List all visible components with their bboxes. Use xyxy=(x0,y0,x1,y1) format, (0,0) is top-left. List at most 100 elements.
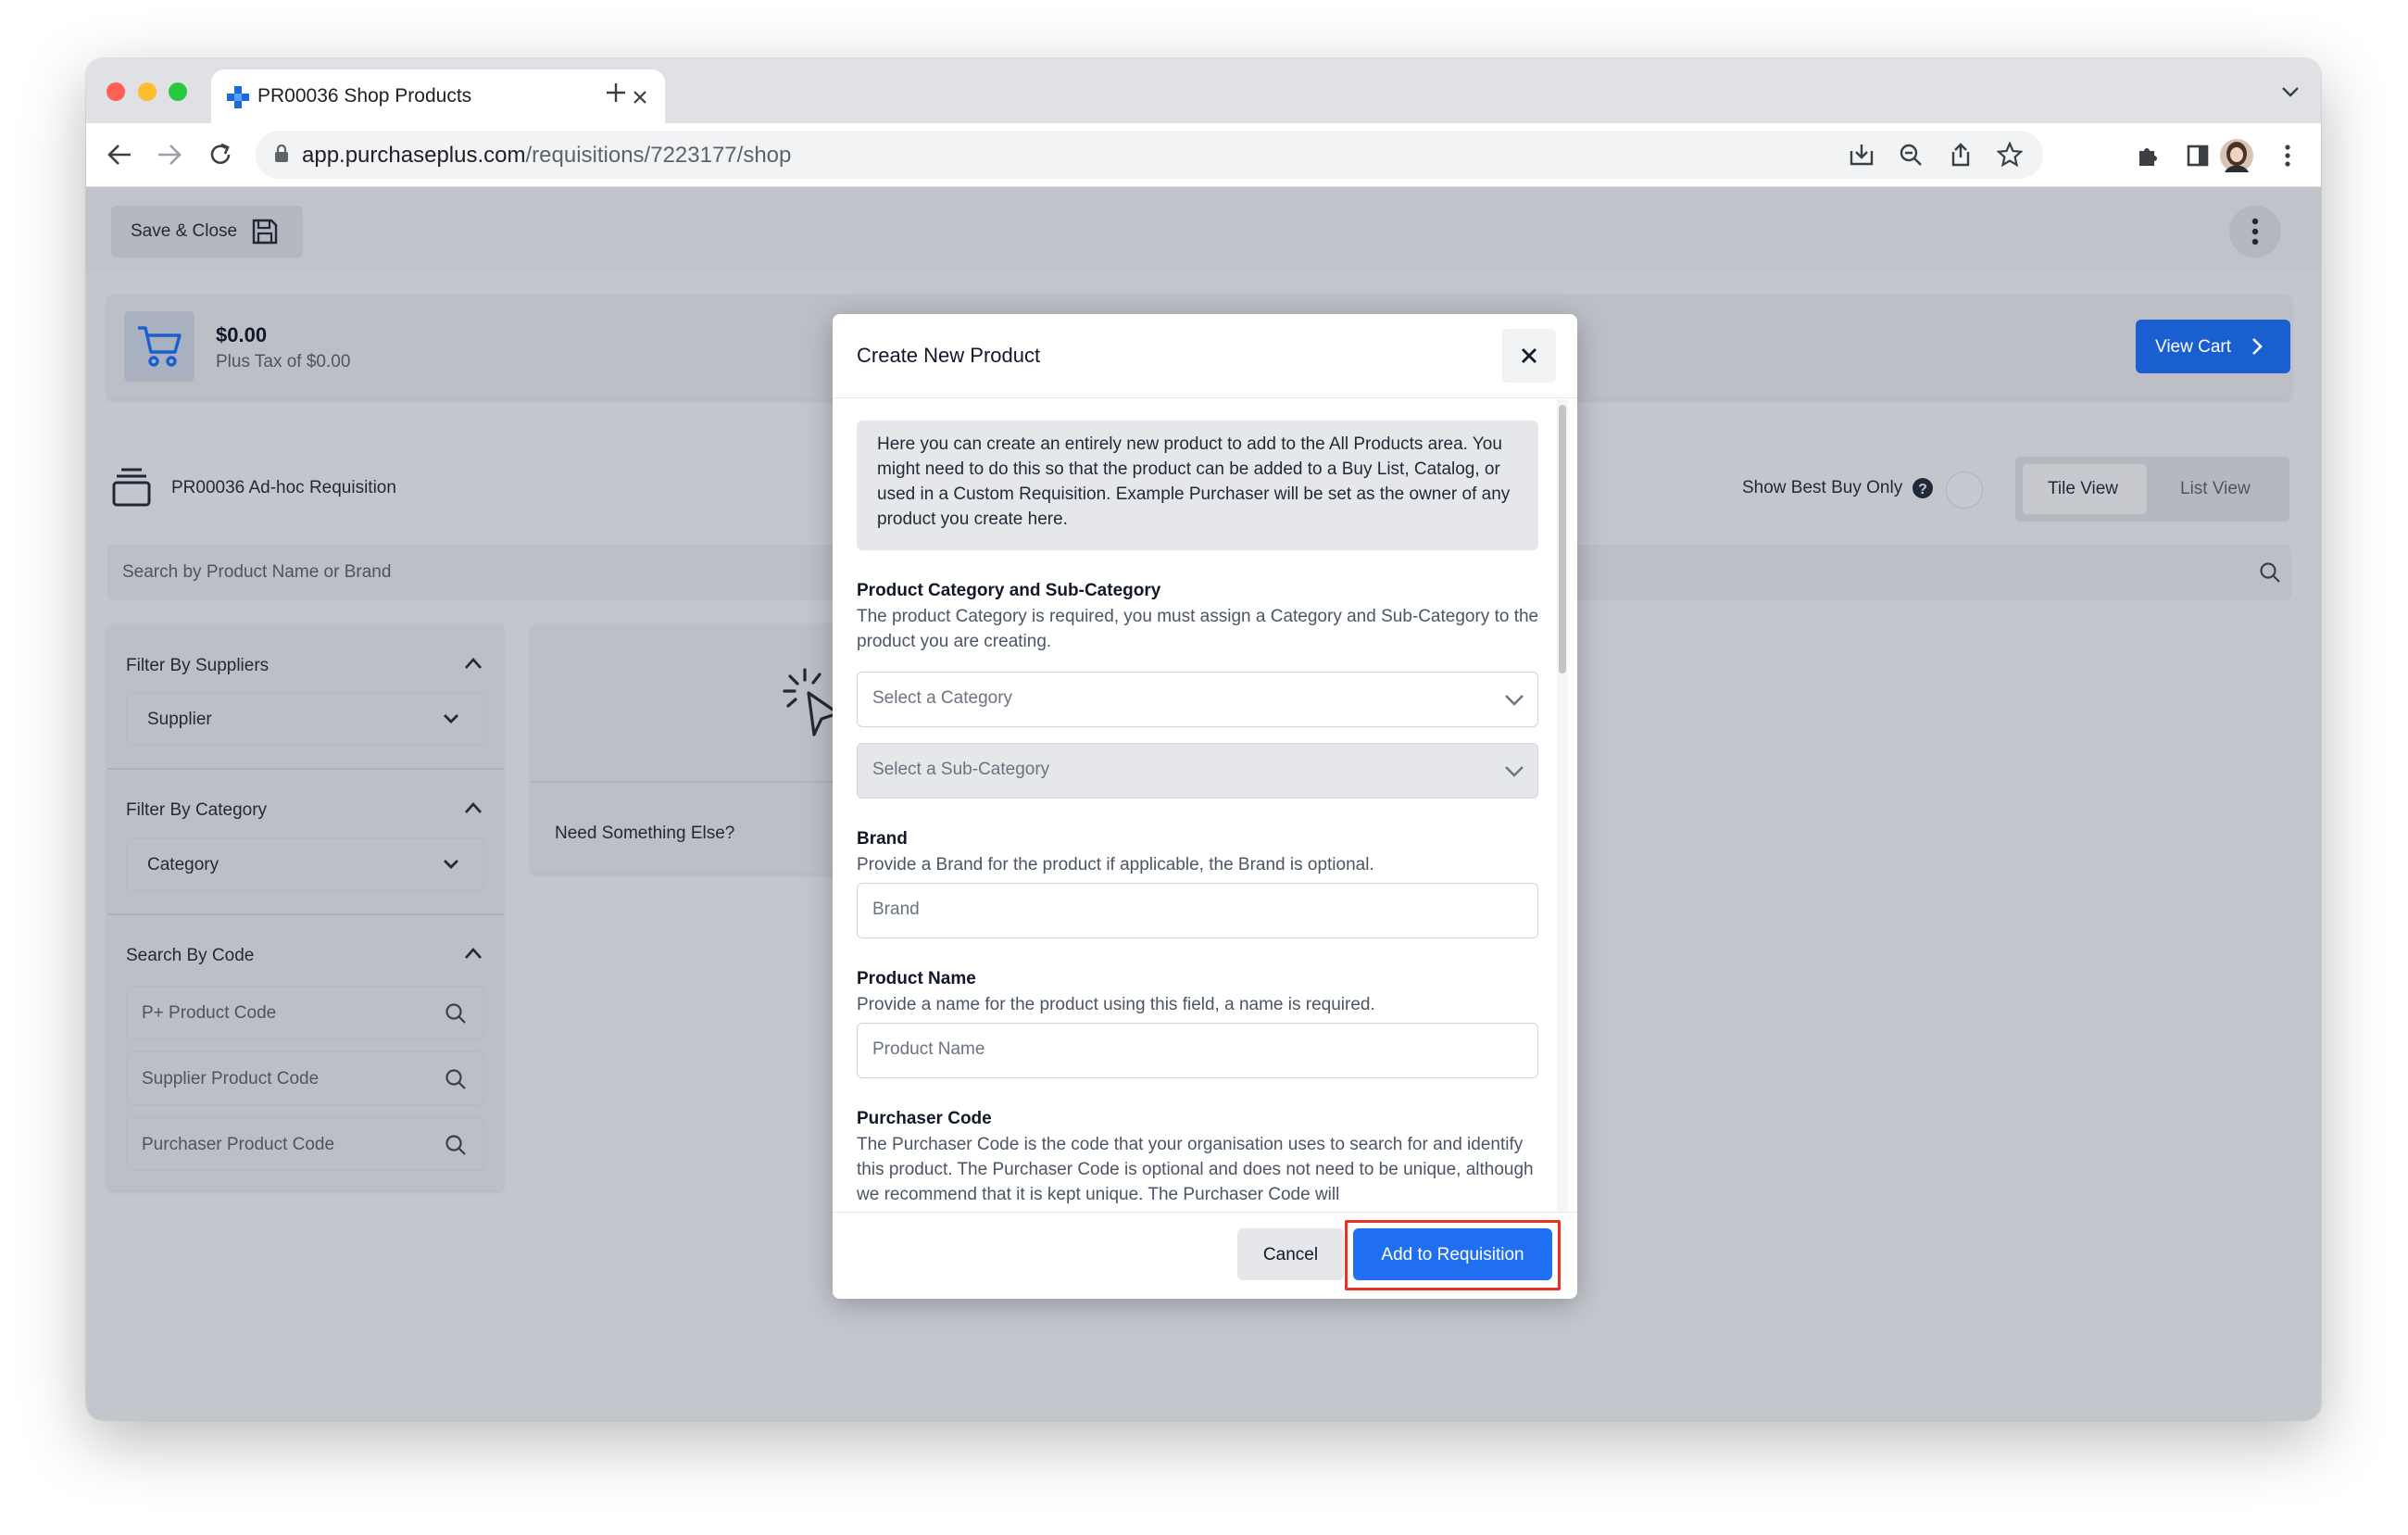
category-placeholder: Select a Category xyxy=(872,688,1013,708)
product-search-placeholder: Search by Product Name or Brand xyxy=(122,562,392,582)
search-icon[interactable] xyxy=(445,1002,467,1025)
chevron-down-icon xyxy=(444,714,458,723)
save-close-label: Save & Close xyxy=(131,221,238,241)
chevron-down-icon xyxy=(1505,766,1524,777)
modal-scrollbar-track[interactable] xyxy=(1557,399,1568,1214)
search-icon[interactable] xyxy=(445,1134,467,1156)
view-cart-button[interactable]: View Cart xyxy=(2136,320,2290,373)
purchaser-code-label: Purchaser Code xyxy=(857,1109,992,1128)
bookmark-star-icon[interactable] xyxy=(1997,142,2023,168)
list-view-label: List View xyxy=(2180,479,2251,498)
create-product-modal: Create New Product Here you can create a… xyxy=(833,314,1577,1299)
supplier-code-placeholder: Supplier Product Code xyxy=(142,1069,320,1088)
back-arrow-icon[interactable] xyxy=(107,143,132,167)
tile-view-label: Tile View xyxy=(2048,479,2119,498)
supplier-select-label: Supplier xyxy=(147,710,212,729)
category-label: Product Category and Sub-Category xyxy=(857,581,1161,600)
add-to-requisition-button[interactable]: Add to Requisition xyxy=(1353,1228,1552,1280)
category-help: The product Category is required, you mu… xyxy=(857,607,1539,651)
zoom-icon[interactable] xyxy=(1898,142,1924,168)
share-icon[interactable] xyxy=(1948,142,1974,168)
cancel-button[interactable]: Cancel xyxy=(1237,1228,1344,1280)
address-bar[interactable]: app.purchaseplus.com/requisitions/722317… xyxy=(256,131,2043,179)
filter-sidebar: Filter By Suppliers Supplier Filter By C… xyxy=(107,623,504,1190)
chevron-right-icon xyxy=(2252,338,2263,355)
browser-toolbar: app.purchaseplus.com/requisitions/722317… xyxy=(86,123,2321,187)
category-select[interactable]: Category xyxy=(126,837,484,891)
need-something-label: Need Something Else? xyxy=(555,824,735,843)
browser-menu-icon[interactable] xyxy=(2282,144,2293,168)
purchaser-code-input[interactable]: Purchaser Product Code xyxy=(126,1117,484,1171)
filter-suppliers-heading: Filter By Suppliers xyxy=(126,656,270,675)
requisition-title: PR00036 Ad-hoc Requisition xyxy=(171,478,396,497)
maximize-window-button[interactable] xyxy=(169,82,187,101)
chevron-down-icon xyxy=(444,860,458,869)
pplus-code-placeholder: P+ Product Code xyxy=(142,1003,277,1023)
browser-tab[interactable]: PR00036 Shop Products xyxy=(211,69,665,123)
modal-title: Create New Product xyxy=(857,344,1041,367)
profile-avatar[interactable] xyxy=(2219,138,2254,173)
close-window-button[interactable] xyxy=(107,82,125,101)
supplier-code-input[interactable]: Supplier Product Code xyxy=(126,1051,484,1105)
side-panel-icon[interactable] xyxy=(2186,144,2210,168)
cart-tax: Plus Tax of $0.00 xyxy=(216,352,351,371)
purchaser-code-help: The Purchaser Code is the code that your… xyxy=(857,1135,1534,1204)
supplier-select[interactable]: Supplier xyxy=(126,692,484,746)
product-name-label: Product Name xyxy=(857,969,976,988)
product-name-help: Provide a name for the product using thi… xyxy=(857,995,1375,1014)
brand-input[interactable]: Brand xyxy=(857,883,1538,938)
modal-intro-box: Here you can create an entirely new prod… xyxy=(857,421,1538,550)
install-app-icon[interactable] xyxy=(1849,142,1875,168)
list-view-button[interactable]: List View xyxy=(2154,464,2282,514)
tile-view-button[interactable]: Tile View xyxy=(2023,464,2147,514)
need-something-card[interactable]: Need Something Else? xyxy=(531,623,846,874)
tab-strip: PR00036 Shop Products xyxy=(86,58,2321,123)
chevron-up-icon[interactable] xyxy=(463,800,483,815)
search-icon[interactable] xyxy=(2259,561,2281,584)
reload-icon[interactable] xyxy=(207,142,233,168)
shopping-cart-icon xyxy=(138,326,182,367)
purchaser-code-placeholder: Purchaser Product Code xyxy=(142,1135,335,1154)
brand-help: Provide a Brand for the product if appli… xyxy=(857,855,1374,874)
chevron-up-icon[interactable] xyxy=(463,946,483,961)
lock-icon[interactable] xyxy=(274,145,289,163)
save-close-button[interactable]: Save & Close xyxy=(111,206,303,258)
save-disk-icon xyxy=(252,219,278,245)
product-name-input[interactable]: Product Name xyxy=(857,1023,1538,1078)
brand-placeholder: Brand xyxy=(872,900,920,919)
new-tab-icon[interactable] xyxy=(605,82,627,104)
view-mode-switch: Tile View List View xyxy=(2015,457,2289,522)
help-question-icon[interactable]: ? xyxy=(1912,477,1934,499)
page-more-options-button[interactable] xyxy=(2229,206,2281,258)
divider xyxy=(107,913,504,915)
view-cart-label: View Cart xyxy=(2155,337,2232,357)
pplus-code-input[interactable]: P+ Product Code xyxy=(126,986,484,1039)
minimize-window-button[interactable] xyxy=(138,82,157,101)
forward-arrow-icon[interactable] xyxy=(157,143,182,167)
divider xyxy=(531,781,846,783)
product-name-placeholder: Product Name xyxy=(872,1039,985,1059)
svg-text:?: ? xyxy=(1918,482,1927,497)
subcategory-placeholder: Select a Sub-Category xyxy=(872,760,1050,779)
modal-close-button[interactable] xyxy=(1502,329,1556,383)
best-buy-toggle[interactable] xyxy=(1946,472,1983,509)
cancel-label: Cancel xyxy=(1262,1245,1319,1264)
requisition-stack-icon xyxy=(112,468,151,507)
close-tab-icon[interactable] xyxy=(632,89,648,106)
url-text[interactable]: app.purchaseplus.com/requisitions/722317… xyxy=(302,143,791,169)
divider xyxy=(833,397,1577,398)
tab-search-chevron-icon[interactable] xyxy=(2281,85,2300,98)
modal-intro-text: Here you can create an entirely new prod… xyxy=(877,434,1511,529)
cart-icon-box xyxy=(124,311,194,382)
modal-scrollbar-thumb[interactable] xyxy=(1559,405,1566,673)
category-dropdown[interactable]: Select a Category xyxy=(857,672,1538,727)
more-vertical-icon xyxy=(2251,218,2259,245)
url-path: /requisitions/7223177/shop xyxy=(525,143,792,168)
search-icon[interactable] xyxy=(445,1068,467,1090)
divider xyxy=(107,768,504,770)
chevron-down-icon xyxy=(1505,695,1524,706)
extensions-puzzle-icon[interactable] xyxy=(2136,144,2160,168)
search-by-code-heading: Search By Code xyxy=(126,946,255,965)
chevron-up-icon[interactable] xyxy=(463,656,483,671)
subcategory-dropdown[interactable]: Select a Sub-Category xyxy=(857,743,1538,799)
